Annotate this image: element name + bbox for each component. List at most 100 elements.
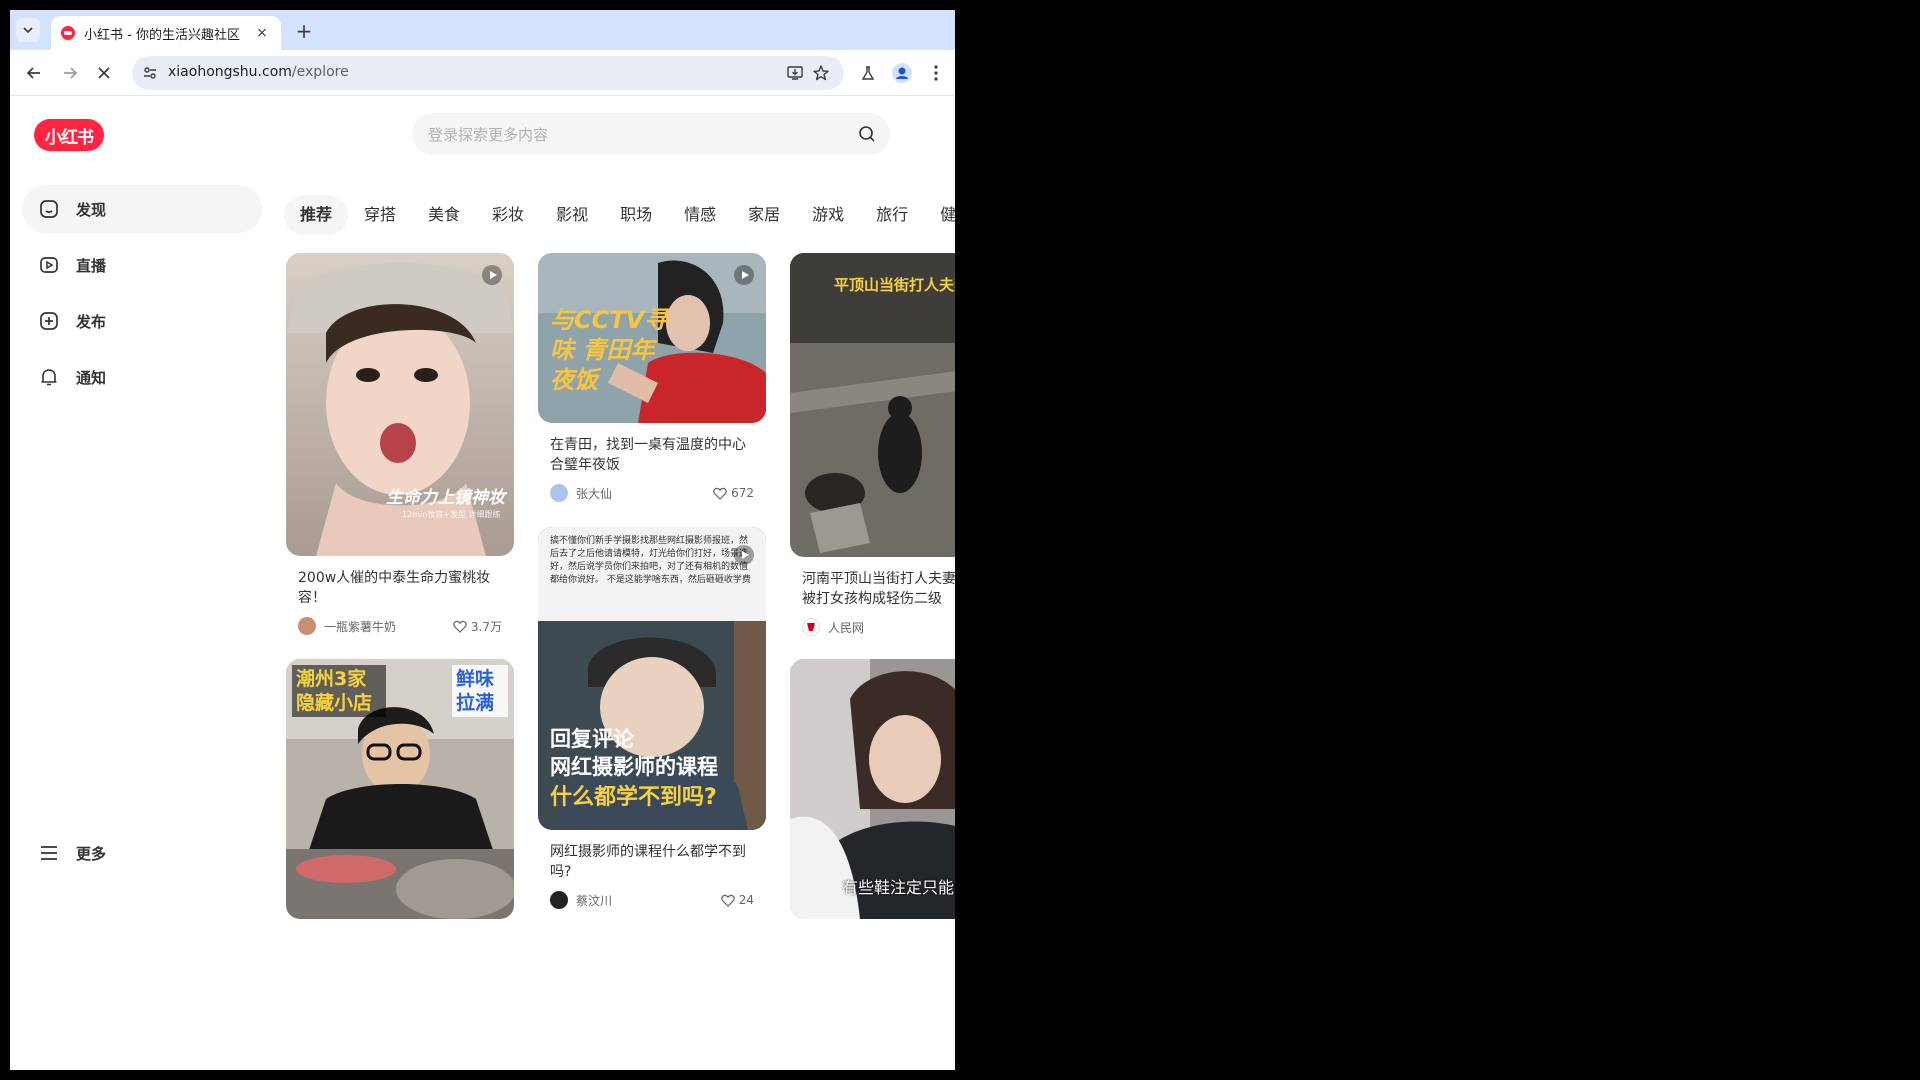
publish-plus-icon [38, 310, 60, 332]
note-cover-image[interactable]: 平顶山当街打人夫妻被批捕 [790, 253, 955, 557]
chevron-down-icon [23, 27, 33, 34]
browser-menu-button[interactable] [926, 63, 946, 83]
note-title[interactable]: 200w人催的中泰生命力蜜桃妆容！ [286, 556, 514, 608]
like-button[interactable]: 672 [713, 486, 754, 500]
channel-tab-home[interactable]: 家居 [732, 195, 796, 235]
channel-tab-recommend[interactable]: 推荐 [284, 195, 349, 235]
browser-toolbar: xiaohongshu.com/explore [10, 50, 955, 96]
note-footer: 蔡汶川 24 [538, 890, 766, 910]
note-card[interactable]: 平顶山当街打人夫妻被批捕 河南平顶山当街打人夫妻被捕！被打女孩构成轻伤二级 人民… [790, 253, 955, 637]
profile-button[interactable] [892, 63, 912, 83]
channel-tab-outfit[interactable]: 穿搭 [348, 195, 412, 235]
note-card[interactable]: 搞不懂你们新手学摄影找那些网红摄影师报班，然后去了之后他请请模特，灯光给你们打好… [538, 527, 766, 910]
note-card[interactable]: 生命力上镜神妆 12min妆容+发型 详细跟练 200w人催的中泰生命力蜜桃妆容… [286, 253, 514, 636]
note-cover-image[interactable]: 有些鞋注定只能陪你走过一季风雨 [790, 659, 955, 919]
labs-button[interactable] [858, 63, 878, 83]
note-card[interactable]: 潮州3家 隐藏小店 鲜味 拉满 [286, 659, 514, 919]
home-icon [38, 198, 60, 220]
note-footer: 张大仙 672 [538, 483, 766, 503]
install-app-icon[interactable] [786, 64, 804, 82]
video-play-icon [482, 265, 502, 285]
search-icon[interactable] [858, 125, 876, 143]
heart-icon [713, 487, 727, 500]
channel-tab-movies[interactable]: 影视 [540, 195, 604, 235]
browser-tab-active[interactable]: 小红书 - 你的生活兴趣社区 × [51, 16, 281, 50]
address-bar[interactable]: xiaohongshu.com/explore [132, 56, 844, 90]
like-button[interactable]: 3.7万 [453, 618, 502, 635]
author-avatar[interactable] [298, 617, 316, 635]
more-label: 更多 [76, 844, 107, 863]
forward-button[interactable] [58, 61, 82, 85]
cover-overlay-text-right: 鲜味 拉满 [452, 665, 508, 717]
like-count: 672 [731, 486, 754, 500]
note-card[interactable]: 与CCTV寻味 青田年夜饭 在青田，找到一桌有温度的中心合璧年夜饭 张大仙 67… [538, 253, 766, 503]
like-count: 3.7万 [470, 619, 502, 634]
author-name[interactable]: 蔡汶川 [576, 892, 721, 909]
note-cover-image[interactable]: 潮州3家 隐藏小店 鲜味 拉满 [286, 659, 514, 919]
kebab-menu-icon [934, 65, 938, 81]
heart-icon [453, 620, 467, 633]
channel-tab-games[interactable]: 游戏 [796, 195, 860, 235]
cover-overlay-text: 与CCTV寻味 青田年夜饭 [550, 306, 669, 394]
author-avatar[interactable] [550, 891, 568, 909]
cover-overlay-comment: 搞不懂你们新手学摄影找那些网红摄影师报班，然后去了之后他请请模特，灯光给你们打好… [550, 536, 751, 585]
tab-search-button[interactable] [16, 18, 40, 42]
note-cover-image[interactable]: 搞不懂你们新手学摄影找那些网红摄影师报班，然后去了之后他请请模特，灯光给你们打好… [538, 527, 766, 830]
sidebar-item-discover[interactable]: 发现 [22, 185, 262, 233]
note-title[interactable]: 河南平顶山当街打人夫妻被捕！被打女孩构成轻伤二级 [790, 557, 955, 609]
cover-overlay-line2: 网红摄影师的课程 [550, 755, 718, 779]
note-title[interactable]: 在青田，找到一桌有温度的中心合璧年夜饭 [538, 423, 766, 475]
search-input[interactable]: 登录探索更多内容 [412, 113, 890, 155]
xiaohongshu-logo[interactable]: 小红书 [34, 119, 104, 151]
note-title[interactable]: 网红摄影师的课程什么都学不到吗? [538, 830, 766, 882]
live-icon [38, 254, 60, 276]
channel-tab-makeup[interactable]: 彩妆 [476, 195, 540, 235]
cover-overlay-subtext: 12min妆容+发型 详细跟练 [402, 510, 501, 519]
url-text: xiaohongshu.com/explore [168, 64, 349, 80]
like-button[interactable]: 24 [720, 893, 754, 907]
tab-title: 小红书 - 你的生活兴趣社区 [84, 27, 240, 43]
url-path: /explore [291, 64, 349, 80]
xiaohongshu-favicon-icon [61, 26, 75, 40]
author-avatar[interactable] [802, 618, 820, 636]
channel-tab-fitness[interactable]: 健身 [924, 195, 955, 235]
tab-close-icon[interactable]: × [253, 25, 271, 41]
like-count: 24 [738, 893, 754, 907]
cover-overlay-line3: 什么都学不到吗? [550, 785, 717, 810]
cover-overlay-text: 平顶山当街打人夫妻被批捕 [834, 276, 955, 294]
sidebar-item-label: 直播 [76, 256, 107, 275]
more-button[interactable]: 更多 [22, 829, 262, 877]
sidebar-item-notifications[interactable]: 通知 [22, 353, 262, 401]
cover-overlay-line1: 回复评论 [550, 727, 634, 751]
sidebar-item-live[interactable]: 直播 [22, 241, 262, 289]
channel-tab-emotion[interactable]: 情感 [668, 195, 732, 235]
tab-strip: 小红书 - 你的生活兴趣社区 × + [10, 10, 955, 50]
note-cover-image[interactable]: 与CCTV寻味 青田年夜饭 [538, 253, 766, 423]
channel-tab-food[interactable]: 美食 [412, 195, 476, 235]
channel-tab-career[interactable]: 职场 [604, 195, 668, 235]
bell-icon [38, 366, 60, 388]
xiaohongshu-explore-page: 小红书 登录探索更多内容 发现 直播 发布 通知 更多 推荐 穿搭 美食 彩妆 … [10, 97, 955, 1070]
channel-tabs: 推荐穿搭美食彩妆影视职场情感家居游戏旅行健身 [284, 195, 955, 235]
author-avatar[interactable] [550, 484, 568, 502]
arrow-right-icon [64, 67, 78, 79]
sidebar-item-label: 发布 [76, 312, 107, 331]
site-settings-icon[interactable] [142, 65, 158, 81]
channel-tab-travel[interactable]: 旅行 [860, 195, 924, 235]
heart-icon [720, 894, 735, 907]
author-name[interactable]: 一瓶紫薯牛奶 [324, 618, 453, 635]
cover-overlay-text: 有些鞋注定只能陪你走过一季风雨 [842, 878, 955, 897]
note-card[interactable]: 有些鞋注定只能陪你走过一季风雨 [790, 659, 955, 919]
page-viewport: 小红书 登录探索更多内容 发现 直播 发布 通知 更多 推荐 穿搭 美食 彩妆 … [10, 97, 955, 1000]
new-tab-button[interactable]: + [292, 19, 316, 43]
video-play-icon [734, 265, 754, 285]
sidebar-item-publish[interactable]: 发布 [22, 297, 262, 345]
stop-loading-button[interactable] [92, 61, 116, 85]
author-name[interactable]: 张大仙 [576, 485, 713, 502]
flask-icon [861, 66, 875, 80]
note-cover-image[interactable]: 生命力上镜神妆 12min妆容+发型 详细跟练 [286, 253, 514, 556]
bookmark-star-icon[interactable] [812, 64, 830, 82]
note-footer: 人民网 [790, 617, 955, 637]
back-button[interactable] [22, 61, 46, 85]
author-name[interactable]: 人民网 [828, 619, 955, 636]
